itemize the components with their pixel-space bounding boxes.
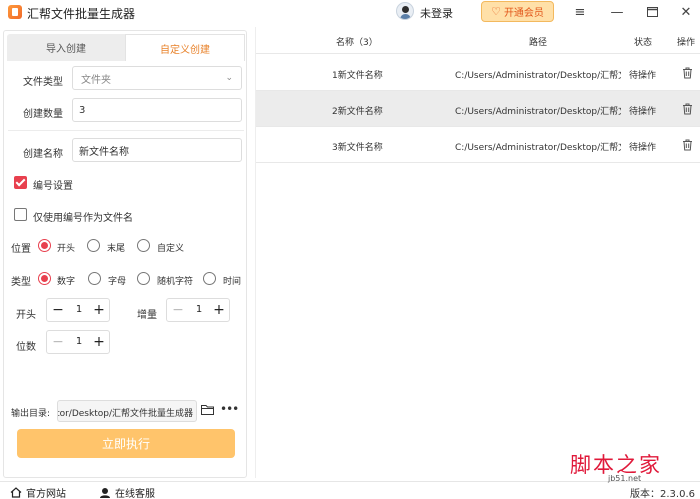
type-option-number: 数字 xyxy=(57,277,76,287)
increment-value[interactable]: 1 xyxy=(187,304,211,315)
trash-icon[interactable] xyxy=(682,67,693,79)
file-type-label: 文件类型 xyxy=(23,77,63,88)
status-bar: 官方网站 在线客服 版本：2.3.0.6 xyxy=(0,481,700,499)
type-option-time: 时间 xyxy=(223,277,242,287)
position-radio-start[interactable] xyxy=(38,239,51,252)
row-status: 待操作 xyxy=(629,71,657,81)
column-header-action: 操作 xyxy=(677,38,696,48)
official-website-link[interactable]: 官方网站 xyxy=(10,485,66,499)
digits-stepper: − 1 + xyxy=(46,330,110,354)
plus-icon[interactable]: + xyxy=(211,301,227,319)
version-label: 版本：2.3.0.6 xyxy=(630,489,695,499)
position-radio-custom[interactable] xyxy=(137,239,150,252)
plus-icon[interactable]: + xyxy=(91,333,107,351)
column-header-name: 名称（3） xyxy=(336,38,378,48)
row-name: 2新文件名称 xyxy=(332,107,383,117)
start-value[interactable]: 1 xyxy=(67,304,91,315)
position-label: 位置 xyxy=(11,244,31,255)
output-path-field[interactable]: C:/Users/Administrator/Desktop/汇帮文件批量生成器 xyxy=(57,400,197,422)
vip-button[interactable]: ♡ 开通会员 xyxy=(481,1,554,22)
trash-icon[interactable] xyxy=(682,103,693,115)
watermark-url: jb51.net xyxy=(608,474,642,483)
row-name: 3新文件名称 xyxy=(332,143,383,153)
app-logo-icon xyxy=(8,5,22,19)
file-table: 名称（3） 路径 状态 操作 1新文件名称 C:/Users/Administr… xyxy=(255,27,700,478)
minus-icon[interactable]: − xyxy=(170,301,186,319)
more-icon[interactable]: ••• xyxy=(220,402,239,416)
run-button[interactable]: 立即执行 xyxy=(17,429,235,458)
title-bar: 汇帮文件批量生成器 未登录 ♡ 开通会员 ≡ — ✕ xyxy=(0,0,700,24)
support-agent-icon xyxy=(100,488,110,498)
start-stepper: − 1 + xyxy=(46,298,110,322)
header-divider xyxy=(256,53,700,54)
tab-import-create[interactable]: 导入创建 xyxy=(7,34,125,61)
increment-label: 增量 xyxy=(137,310,157,321)
minimize-icon[interactable]: — xyxy=(606,2,628,22)
official-website-label: 官方网站 xyxy=(26,489,66,499)
vip-label: 开通会员 xyxy=(503,8,544,19)
position-option-end: 末尾 xyxy=(107,244,126,254)
user-avatar-icon[interactable] xyxy=(396,2,414,20)
tab-custom-create[interactable]: 自定义创建 xyxy=(125,34,245,61)
plus-icon[interactable]: + xyxy=(91,301,107,319)
position-option-start: 开头 xyxy=(57,244,76,254)
numbering-checkbox[interactable] xyxy=(14,176,27,189)
column-header-status: 状态 xyxy=(634,38,653,48)
output-label: 输出目录: xyxy=(11,409,51,419)
table-row[interactable]: 1新文件名称 C:/Users/Administrator/Desktop/汇帮… xyxy=(256,55,700,91)
numbering-label: 编号设置 xyxy=(33,181,73,192)
home-icon xyxy=(10,487,22,498)
only-number-label: 仅使用编号作为文件名 xyxy=(33,213,133,224)
type-option-letter: 字母 xyxy=(108,277,127,287)
close-icon[interactable]: ✕ xyxy=(675,2,697,22)
type-radio-time[interactable] xyxy=(203,272,216,285)
file-type-select[interactable]: 文件夹 ⌄ xyxy=(72,66,242,90)
column-header-path: 路径 xyxy=(529,38,548,48)
maximize-icon[interactable] xyxy=(641,2,663,22)
count-input[interactable] xyxy=(72,98,242,122)
chevron-down-icon: ⌄ xyxy=(225,73,233,83)
table-row[interactable]: 2新文件名称 C:/Users/Administrator/Desktop/汇帮… xyxy=(256,91,700,127)
digits-value[interactable]: 1 xyxy=(67,336,91,347)
type-option-random: 随机字符 xyxy=(157,277,194,287)
minus-icon[interactable]: − xyxy=(50,301,66,319)
diamond-icon: ♡ xyxy=(491,5,501,18)
row-path: C:/Users/Administrator/Desktop/汇帮文 xyxy=(455,107,621,117)
row-name: 1新文件名称 xyxy=(332,71,383,81)
minus-icon[interactable]: − xyxy=(50,333,66,351)
position-radio-end[interactable] xyxy=(87,239,100,252)
mode-tabs: 导入创建 自定义创建 xyxy=(7,34,245,61)
digits-label: 位数 xyxy=(16,342,36,353)
type-radio-letter[interactable] xyxy=(88,272,101,285)
table-row[interactable]: 3新文件名称 C:/Users/Administrator/Desktop/汇帮… xyxy=(256,127,700,163)
row-status: 待操作 xyxy=(629,107,657,117)
name-label: 创建名称 xyxy=(23,149,63,160)
row-path: C:/Users/Administrator/Desktop/汇帮文 xyxy=(455,71,621,81)
output-path-value: C:/Users/Administrator/Desktop/汇帮文件批量生成器 xyxy=(58,409,193,419)
file-type-value: 文件夹 xyxy=(81,74,111,86)
online-support-link[interactable]: 在线客服 xyxy=(99,485,155,499)
settings-panel: 导入创建 自定义创建 文件类型 文件夹 ⌄ 创建数量 创建名称 编号设置 仅使用… xyxy=(3,30,247,478)
type-label: 类型 xyxy=(11,277,31,288)
type-radio-random[interactable] xyxy=(137,272,150,285)
only-number-checkbox[interactable] xyxy=(14,208,27,221)
start-label: 开头 xyxy=(16,310,36,321)
type-radio-number[interactable] xyxy=(38,272,51,285)
app-title: 汇帮文件批量生成器 xyxy=(27,7,136,21)
row-path: C:/Users/Administrator/Desktop/汇帮文 xyxy=(455,143,621,153)
increment-stepper: − 1 + xyxy=(166,298,230,322)
position-option-custom: 自定义 xyxy=(157,244,185,254)
folder-icon[interactable] xyxy=(201,404,214,415)
divider xyxy=(8,130,244,131)
trash-icon[interactable] xyxy=(682,139,693,151)
login-status[interactable]: 未登录 xyxy=(420,5,453,21)
name-input[interactable] xyxy=(72,138,242,162)
online-support-label: 在线客服 xyxy=(115,489,155,499)
menu-icon[interactable]: ≡ xyxy=(569,2,591,22)
count-label: 创建数量 xyxy=(23,109,63,120)
row-status: 待操作 xyxy=(629,143,657,153)
